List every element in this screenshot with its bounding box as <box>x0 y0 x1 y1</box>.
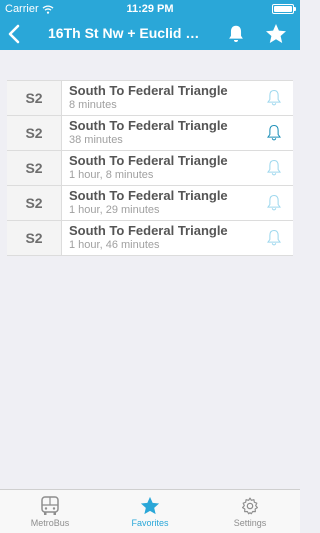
arrival-destination: South To Federal Triangle <box>69 83 228 98</box>
route-number: S2 <box>7 81 62 115</box>
arrival-destination: South To Federal Triangle <box>69 153 228 168</box>
alert-toggle[interactable] <box>255 221 293 255</box>
tab-metrobus[interactable]: MetroBus <box>0 490 100 533</box>
favorite-star-icon[interactable] <box>264 22 288 46</box>
bell-outline-icon <box>266 159 282 176</box>
tab-favorites[interactable]: Favorites <box>100 490 200 533</box>
stop-title: 16Th St Nw + Euclid St... <box>48 25 208 41</box>
tab-settings[interactable]: Settings <box>200 490 300 533</box>
arrival-destination: South To Federal Triangle <box>69 118 228 133</box>
arrival-row[interactable]: S2 South To Federal Triangle 1 hour, 29 … <box>7 186 293 221</box>
bell-outline-icon <box>266 124 282 141</box>
arrival-eta: 8 minutes <box>69 99 117 111</box>
battery-icon <box>272 4 296 14</box>
arrival-info: South To Federal Triangle 1 hour, 8 minu… <box>62 151 255 185</box>
alert-toggle[interactable] <box>255 116 293 150</box>
arrival-eta: 1 hour, 29 minutes <box>69 204 160 216</box>
arrival-eta: 1 hour, 46 minutes <box>69 239 160 251</box>
bell-outline-icon <box>266 194 282 211</box>
tab-label-metrobus: MetroBus <box>30 518 70 528</box>
arrival-info: South To Federal Triangle 1 hour, 29 min… <box>62 186 255 220</box>
bus-icon <box>41 496 59 515</box>
route-number: S2 <box>7 186 62 220</box>
arrival-row[interactable]: S2 South To Federal Triangle 1 hour, 46 … <box>7 221 293 256</box>
battery-fill <box>274 6 292 12</box>
star-icon <box>140 496 160 515</box>
alert-toggle[interactable] <box>255 151 293 185</box>
route-number: S2 <box>7 151 62 185</box>
bell-outline-icon <box>266 89 282 106</box>
status-time: 11:29 PM <box>126 3 174 15</box>
tab-bar: MetroBus Favorites Settings <box>0 489 300 533</box>
bell-icon[interactable] <box>225 23 247 45</box>
gear-icon <box>242 497 258 515</box>
arrival-info: South To Federal Triangle 38 minutes <box>62 116 255 150</box>
bell-outline-icon <box>266 229 282 246</box>
arrival-row[interactable]: S2 South To Federal Triangle 8 minutes <box>7 81 293 116</box>
back-arrow-icon[interactable] <box>4 22 26 46</box>
alert-toggle[interactable] <box>255 81 293 115</box>
tab-label-settings: Settings <box>233 518 267 528</box>
navigation-bar: 16Th St Nw + Euclid St... <box>0 18 300 50</box>
arrival-info: South To Federal Triangle 1 hour, 46 min… <box>62 221 255 255</box>
alert-toggle[interactable] <box>255 186 293 220</box>
arrival-eta: 38 minutes <box>69 134 123 146</box>
route-number: S2 <box>7 116 62 150</box>
arrival-info: South To Federal Triangle 8 minutes <box>62 81 255 115</box>
arrival-destination: South To Federal Triangle <box>69 188 228 203</box>
arrival-eta: 1 hour, 8 minutes <box>69 169 154 181</box>
status-bar: Carrier 11:29 PM <box>0 0 300 18</box>
arrival-row[interactable]: S2 South To Federal Triangle 38 minutes <box>7 116 293 151</box>
route-number: S2 <box>7 221 62 255</box>
arrivals-list: S2 South To Federal Triangle 8 minutes S… <box>7 80 293 256</box>
arrival-row[interactable]: S2 South To Federal Triangle 1 hour, 8 m… <box>7 151 293 186</box>
arrival-destination: South To Federal Triangle <box>69 223 228 238</box>
tab-label-favorites: Favorites <box>131 518 169 528</box>
